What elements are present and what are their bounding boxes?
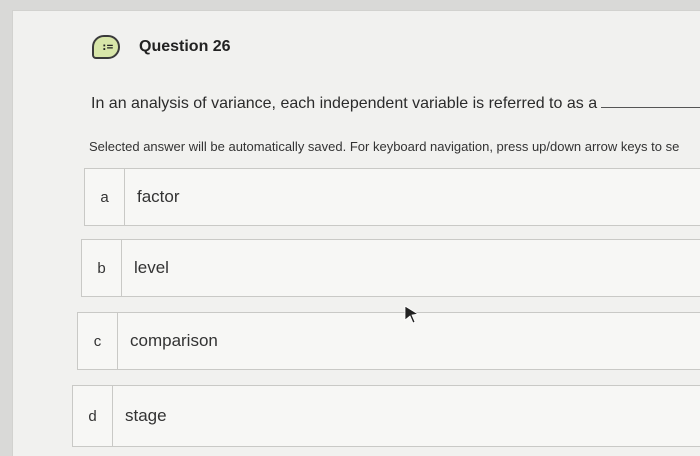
answer-option-a[interactable]: a factor <box>84 168 700 226</box>
option-letter: d <box>73 386 113 446</box>
answer-option-c[interactable]: c comparison <box>77 312 700 370</box>
option-letter: b <box>82 240 122 296</box>
answer-option-b[interactable]: b level <box>81 239 700 297</box>
question-text: In an analysis of variance, each indepen… <box>91 95 700 113</box>
answer-option-d[interactable]: d stage <box>72 385 700 447</box>
answer-blank <box>601 95 700 108</box>
instructions-text: Selected answer will be automatically sa… <box>89 139 680 154</box>
option-letter: c <box>78 313 118 369</box>
option-label: stage <box>125 406 167 425</box>
mouse-cursor-icon <box>404 305 420 324</box>
option-label: level <box>134 258 169 277</box>
question-title: Question 26 <box>139 38 231 55</box>
option-letter: a <box>85 169 125 225</box>
option-label: factor <box>137 187 180 206</box>
question-prompt: In an analysis of variance, each indepen… <box>91 95 598 112</box>
option-label: comparison <box>130 331 218 350</box>
question-icon: := <box>92 35 120 59</box>
